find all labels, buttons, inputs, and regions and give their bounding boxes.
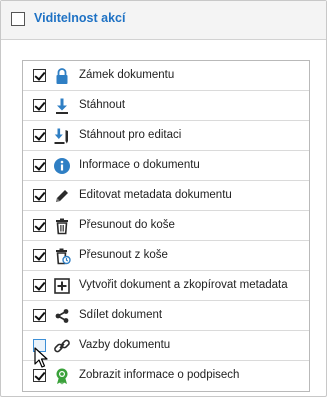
checkbox-from-trash[interactable] (33, 249, 46, 262)
lock-icon (53, 67, 71, 85)
list-item-label: Sdílet dokument (79, 309, 163, 321)
checkbox-share[interactable] (33, 309, 46, 322)
list-item-label: Editovat metadata dokumentu (79, 189, 232, 201)
list-item-share: Sdílet dokument (23, 301, 309, 331)
checkbox-edit-metadata[interactable] (33, 189, 46, 202)
pencil-icon (53, 187, 71, 205)
checkbox-to-trash[interactable] (33, 219, 46, 232)
visibility-panel: Viditelnost akcí Zámek dokumentu Stáhnou… (0, 0, 327, 397)
list-item-lock: Zámek dokumentu (23, 61, 309, 91)
list-item-signatures: Zobrazit informace o podpisech (23, 361, 309, 391)
list-item-create-copy: Vytvořit dokument a zkopírovat metadata (23, 271, 309, 301)
select-all-checkbox[interactable] (11, 12, 25, 26)
list-item-edit-metadata: Editovat metadata dokumentu (23, 181, 309, 211)
checkbox-create-copy[interactable] (33, 279, 46, 292)
list-item-from-trash: Přesunout z koše (23, 241, 309, 271)
panel-title: Viditelnost akcí (34, 11, 126, 25)
list-item-label: Stáhnout pro editaci (79, 129, 182, 141)
panel-header: Viditelnost akcí (1, 1, 326, 40)
checkbox-signatures[interactable] (33, 369, 46, 382)
download-icon (53, 97, 71, 115)
list-item-links: Vazby dokumentu (23, 331, 309, 361)
share-icon (53, 307, 71, 325)
checkbox-download-edit[interactable] (33, 129, 46, 142)
checkbox-info[interactable] (33, 159, 46, 172)
checkbox-lock[interactable] (33, 69, 46, 82)
list-item-info: Informace o dokumentu (23, 151, 309, 181)
link-icon (53, 337, 71, 355)
list-item-download-edit: Stáhnout pro editaci (23, 121, 309, 151)
trash-icon (53, 217, 71, 235)
list-item-label: Zámek dokumentu (79, 69, 175, 81)
actions-list: Zámek dokumentu Stáhnout Stáhnout pro ed… (22, 60, 310, 392)
trash-restore-icon (53, 247, 71, 265)
create-copy-icon (53, 277, 71, 295)
info-icon (53, 157, 71, 175)
list-item-download: Stáhnout (23, 91, 309, 121)
list-item-label: Informace o dokumentu (79, 159, 200, 171)
checkbox-download[interactable] (33, 99, 46, 112)
mouse-cursor-icon (34, 347, 48, 368)
list-item-to-trash: Přesunout do koše (23, 211, 309, 241)
list-item-label: Zobrazit informace o podpisech (79, 369, 240, 381)
list-item-label: Vytvořit dokument a zkopírovat metadata (79, 279, 288, 291)
download-edit-icon (53, 127, 71, 145)
list-item-label: Vazby dokumentu (79, 339, 171, 351)
award-icon (53, 367, 71, 385)
list-item-label: Přesunout do koše (79, 219, 175, 231)
list-item-label: Přesunout z koše (79, 249, 168, 261)
list-item-label: Stáhnout (79, 99, 126, 111)
